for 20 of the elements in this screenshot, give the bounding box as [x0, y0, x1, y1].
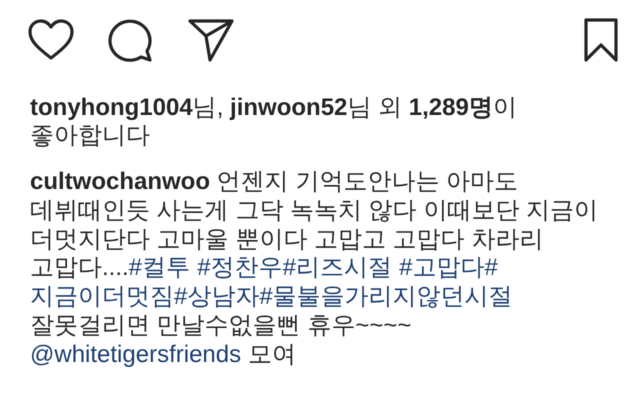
- hashtag-link[interactable]: #상남자: [174, 283, 260, 310]
- hashtag-link[interactable]: #고맙다#: [399, 254, 498, 282]
- send-icon[interactable]: [188, 18, 234, 62]
- likes-text: tonyhong1004님, jinwoon52님 외 1,289명이 좋아합니다: [30, 94, 518, 150]
- caption-text: 데뷔때인듯 사는게 그닥 녹녹치 않다 이때보단 지금이: [30, 196, 598, 224]
- caption-text: 고맙다....: [30, 254, 129, 282]
- hashtag-link[interactable]: 지금이더멋짐: [30, 283, 174, 310]
- hashtag-link[interactable]: #정찬우: [197, 254, 283, 282]
- caption-text: 언젠지 기억도안나는 아마도: [216, 168, 518, 195]
- mention-link[interactable]: @whitetigersfriends: [30, 340, 242, 368]
- hashtag-link[interactable]: #물불을가리지않던시절: [259, 283, 513, 310]
- heart-icon[interactable]: [28, 19, 74, 61]
- bookmark-icon[interactable]: [584, 18, 618, 62]
- caption-text: 모여: [246, 340, 296, 368]
- comment-icon[interactable]: [108, 18, 154, 62]
- caption-text: 더멋지단다 고마울 뿐이다 고맙고 고맙다 차라리: [30, 226, 544, 253]
- hashtag-link[interactable]: #리즈시절: [282, 254, 392, 282]
- hashtag-link[interactable]: #컬투: [128, 254, 190, 282]
- username-link[interactable]: cultwochanwoo: [30, 168, 210, 195]
- caption-text: 잘못걸리면 만날수없을뻔 휴우~~~~: [30, 312, 412, 339]
